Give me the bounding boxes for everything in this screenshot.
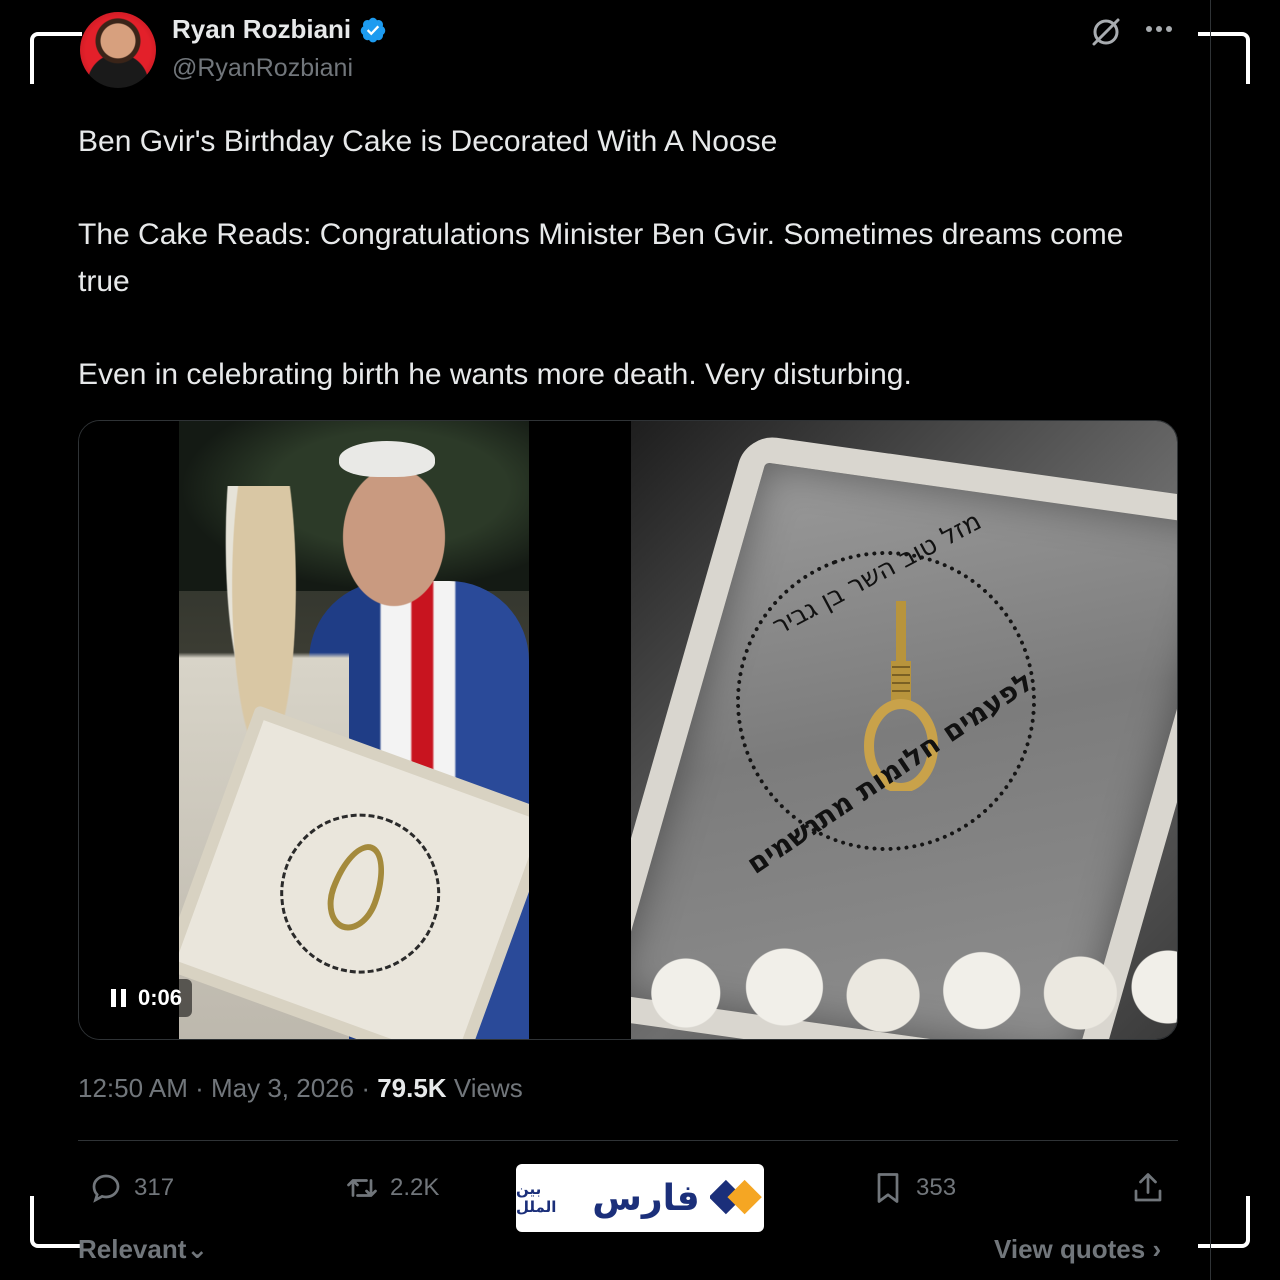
sort-label: Relevant bbox=[78, 1234, 187, 1264]
tweet-paragraph: Even in celebrating birth he wants more … bbox=[78, 358, 912, 391]
share-button[interactable] bbox=[1130, 1170, 1166, 1206]
avatar[interactable] bbox=[80, 12, 156, 88]
watermark-secondary: بین الملل bbox=[516, 1180, 557, 1216]
tweet-text: Ben Gvir's Birthday Cake is Decorated Wi… bbox=[78, 118, 1178, 444]
video-player[interactable]: 0:06 bbox=[79, 421, 629, 1039]
bookmark-button[interactable]: 353 bbox=[870, 1170, 956, 1206]
video-frame[interactable] bbox=[179, 421, 529, 1039]
meta-dot: · bbox=[195, 1073, 211, 1103]
cake-frosting bbox=[631, 921, 1177, 1039]
fars-watermark: بین الملل فارس bbox=[516, 1164, 764, 1232]
tweet-media[interactable]: 0:06 מזל טוב השר בן גביר לפעמים חלומות מ… bbox=[78, 420, 1178, 1040]
bookmark-count: 353 bbox=[916, 1174, 957, 1201]
fars-logo-icon bbox=[709, 1179, 762, 1215]
chevron-right-icon: › bbox=[1152, 1234, 1162, 1264]
share-icon bbox=[1134, 1173, 1162, 1202]
tweet-time[interactable]: 12:50 AM bbox=[78, 1073, 188, 1103]
reply-icon bbox=[92, 1174, 120, 1203]
tweet-meta: 12:50 AM · May 3, 2026 · 79.5K Views bbox=[78, 1073, 523, 1104]
view-quotes-link[interactable]: View quotes › bbox=[994, 1234, 1161, 1265]
chevron-down-icon: ⌄ bbox=[186, 1234, 209, 1264]
views-label: Views bbox=[453, 1073, 523, 1103]
view-quotes-label: View quotes bbox=[994, 1234, 1146, 1264]
author-name-row[interactable]: Ryan Rozbiani bbox=[172, 14, 387, 45]
frame-corner-top-right bbox=[1198, 32, 1250, 84]
pause-icon bbox=[111, 989, 126, 1007]
video-pause-button[interactable]: 0:06 bbox=[101, 979, 193, 1017]
reply-count: 317 bbox=[134, 1174, 175, 1201]
tweet-date[interactable]: May 3, 2026 bbox=[211, 1073, 354, 1103]
watermark-primary: فارس bbox=[592, 1177, 700, 1219]
reply-button[interactable]: 317 bbox=[88, 1170, 174, 1206]
frame-corner-bottom-right bbox=[1198, 1196, 1250, 1248]
tweet-paragraph: The Cake Reads: Congratulations Minister… bbox=[78, 218, 1124, 298]
author-name[interactable]: Ryan Rozbiani bbox=[172, 14, 351, 45]
sort-replies-dropdown[interactable]: Relevant⌄ bbox=[78, 1234, 208, 1265]
retweet-icon bbox=[347, 1179, 377, 1197]
cake-photo[interactable]: מזל טוב השר בן גביר לפעמים חלומות מתגשמי… bbox=[631, 421, 1177, 1039]
verified-badge-icon bbox=[360, 17, 386, 42]
meta-dot: · bbox=[361, 1073, 378, 1103]
retweet-count: 2.2K bbox=[390, 1174, 440, 1201]
grok-icon[interactable] bbox=[1088, 14, 1124, 50]
video-timestamp: 0:06 bbox=[138, 985, 183, 1010]
retweet-button[interactable]: 2.2K bbox=[344, 1170, 439, 1206]
tweet-paragraph: Ben Gvir's Birthday Cake is Decorated Wi… bbox=[78, 125, 778, 158]
bookmark-icon bbox=[877, 1173, 899, 1203]
author-handle[interactable]: @RyanRozbiani bbox=[172, 54, 353, 83]
timeline-border bbox=[1210, 0, 1211, 1280]
views-count: 79.5K bbox=[377, 1073, 447, 1103]
divider bbox=[78, 1140, 1178, 1141]
frame-corner-bottom-left bbox=[30, 1196, 82, 1248]
video-kippah bbox=[339, 441, 435, 477]
frame-corner-top-left bbox=[30, 32, 82, 84]
more-icon[interactable] bbox=[1142, 16, 1176, 42]
